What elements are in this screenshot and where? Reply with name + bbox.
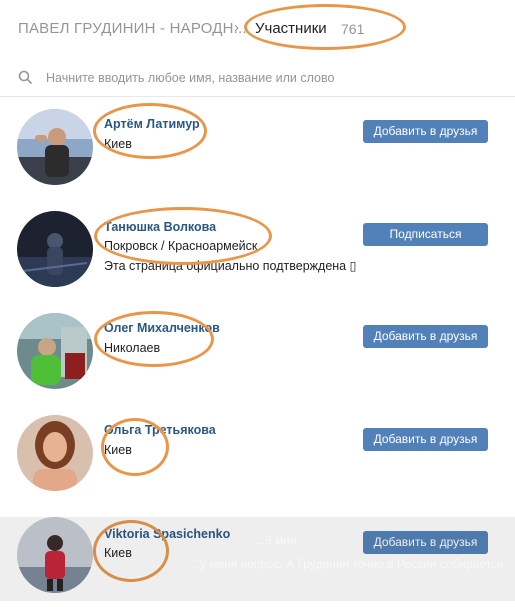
avatar[interactable] <box>17 313 93 389</box>
subscribe-button[interactable]: Подписаться <box>363 223 488 246</box>
member-city: Николаев <box>104 341 161 355</box>
overlay-time: ...9 мин <box>255 533 297 547</box>
member-name[interactable]: Танюшка Волкова <box>104 220 216 234</box>
search-icon <box>18 70 32 84</box>
member-row: Танюшка Волкова Покровск / Красноармейск… <box>0 199 515 302</box>
member-row: Артём Латимур Киев Добавить в друзья <box>0 97 515 200</box>
search-input[interactable] <box>44 66 488 90</box>
avatar[interactable] <box>17 109 93 185</box>
breadcrumb-current: Участники <box>255 20 327 37</box>
add-friend-button[interactable]: Добавить в друзья <box>363 428 488 451</box>
member-city: Покровск / Красноармейск <box>104 239 258 253</box>
member-name[interactable]: Артём Латимур <box>104 117 200 131</box>
member-city: Киев <box>104 137 132 151</box>
chevron-right-icon: › <box>234 19 239 36</box>
member-name[interactable]: Ольга Третьякова <box>104 423 216 437</box>
member-city: Киев <box>104 443 132 457</box>
search-bar <box>0 58 515 97</box>
avatar[interactable] <box>17 211 93 287</box>
add-friend-button[interactable]: Добавить в друзья <box>363 120 488 143</box>
page-header: ПАВЕЛ ГРУДИНИН - НАРОДН... › Участники 7… <box>0 0 515 59</box>
member-name[interactable]: Олег Михалченков <box>104 321 220 335</box>
member-verified-note: Эта страница официально подтверждена ▯ <box>104 259 357 273</box>
member-count: 761 <box>341 21 365 37</box>
add-friend-button[interactable]: Добавить в друзья <box>363 325 488 348</box>
member-row: Олег Михалченков Николаев Добавить в дру… <box>0 301 515 404</box>
avatar[interactable] <box>17 415 93 491</box>
breadcrumb-group-title[interactable]: ПАВЕЛ ГРУДИНИН - НАРОДН... <box>18 20 247 37</box>
member-row: Ольга Третьякова Киев Добавить в друзья <box>0 403 515 506</box>
overlay-message: ...у меня вопрос. А Грудинин точно в Рос… <box>190 557 504 571</box>
